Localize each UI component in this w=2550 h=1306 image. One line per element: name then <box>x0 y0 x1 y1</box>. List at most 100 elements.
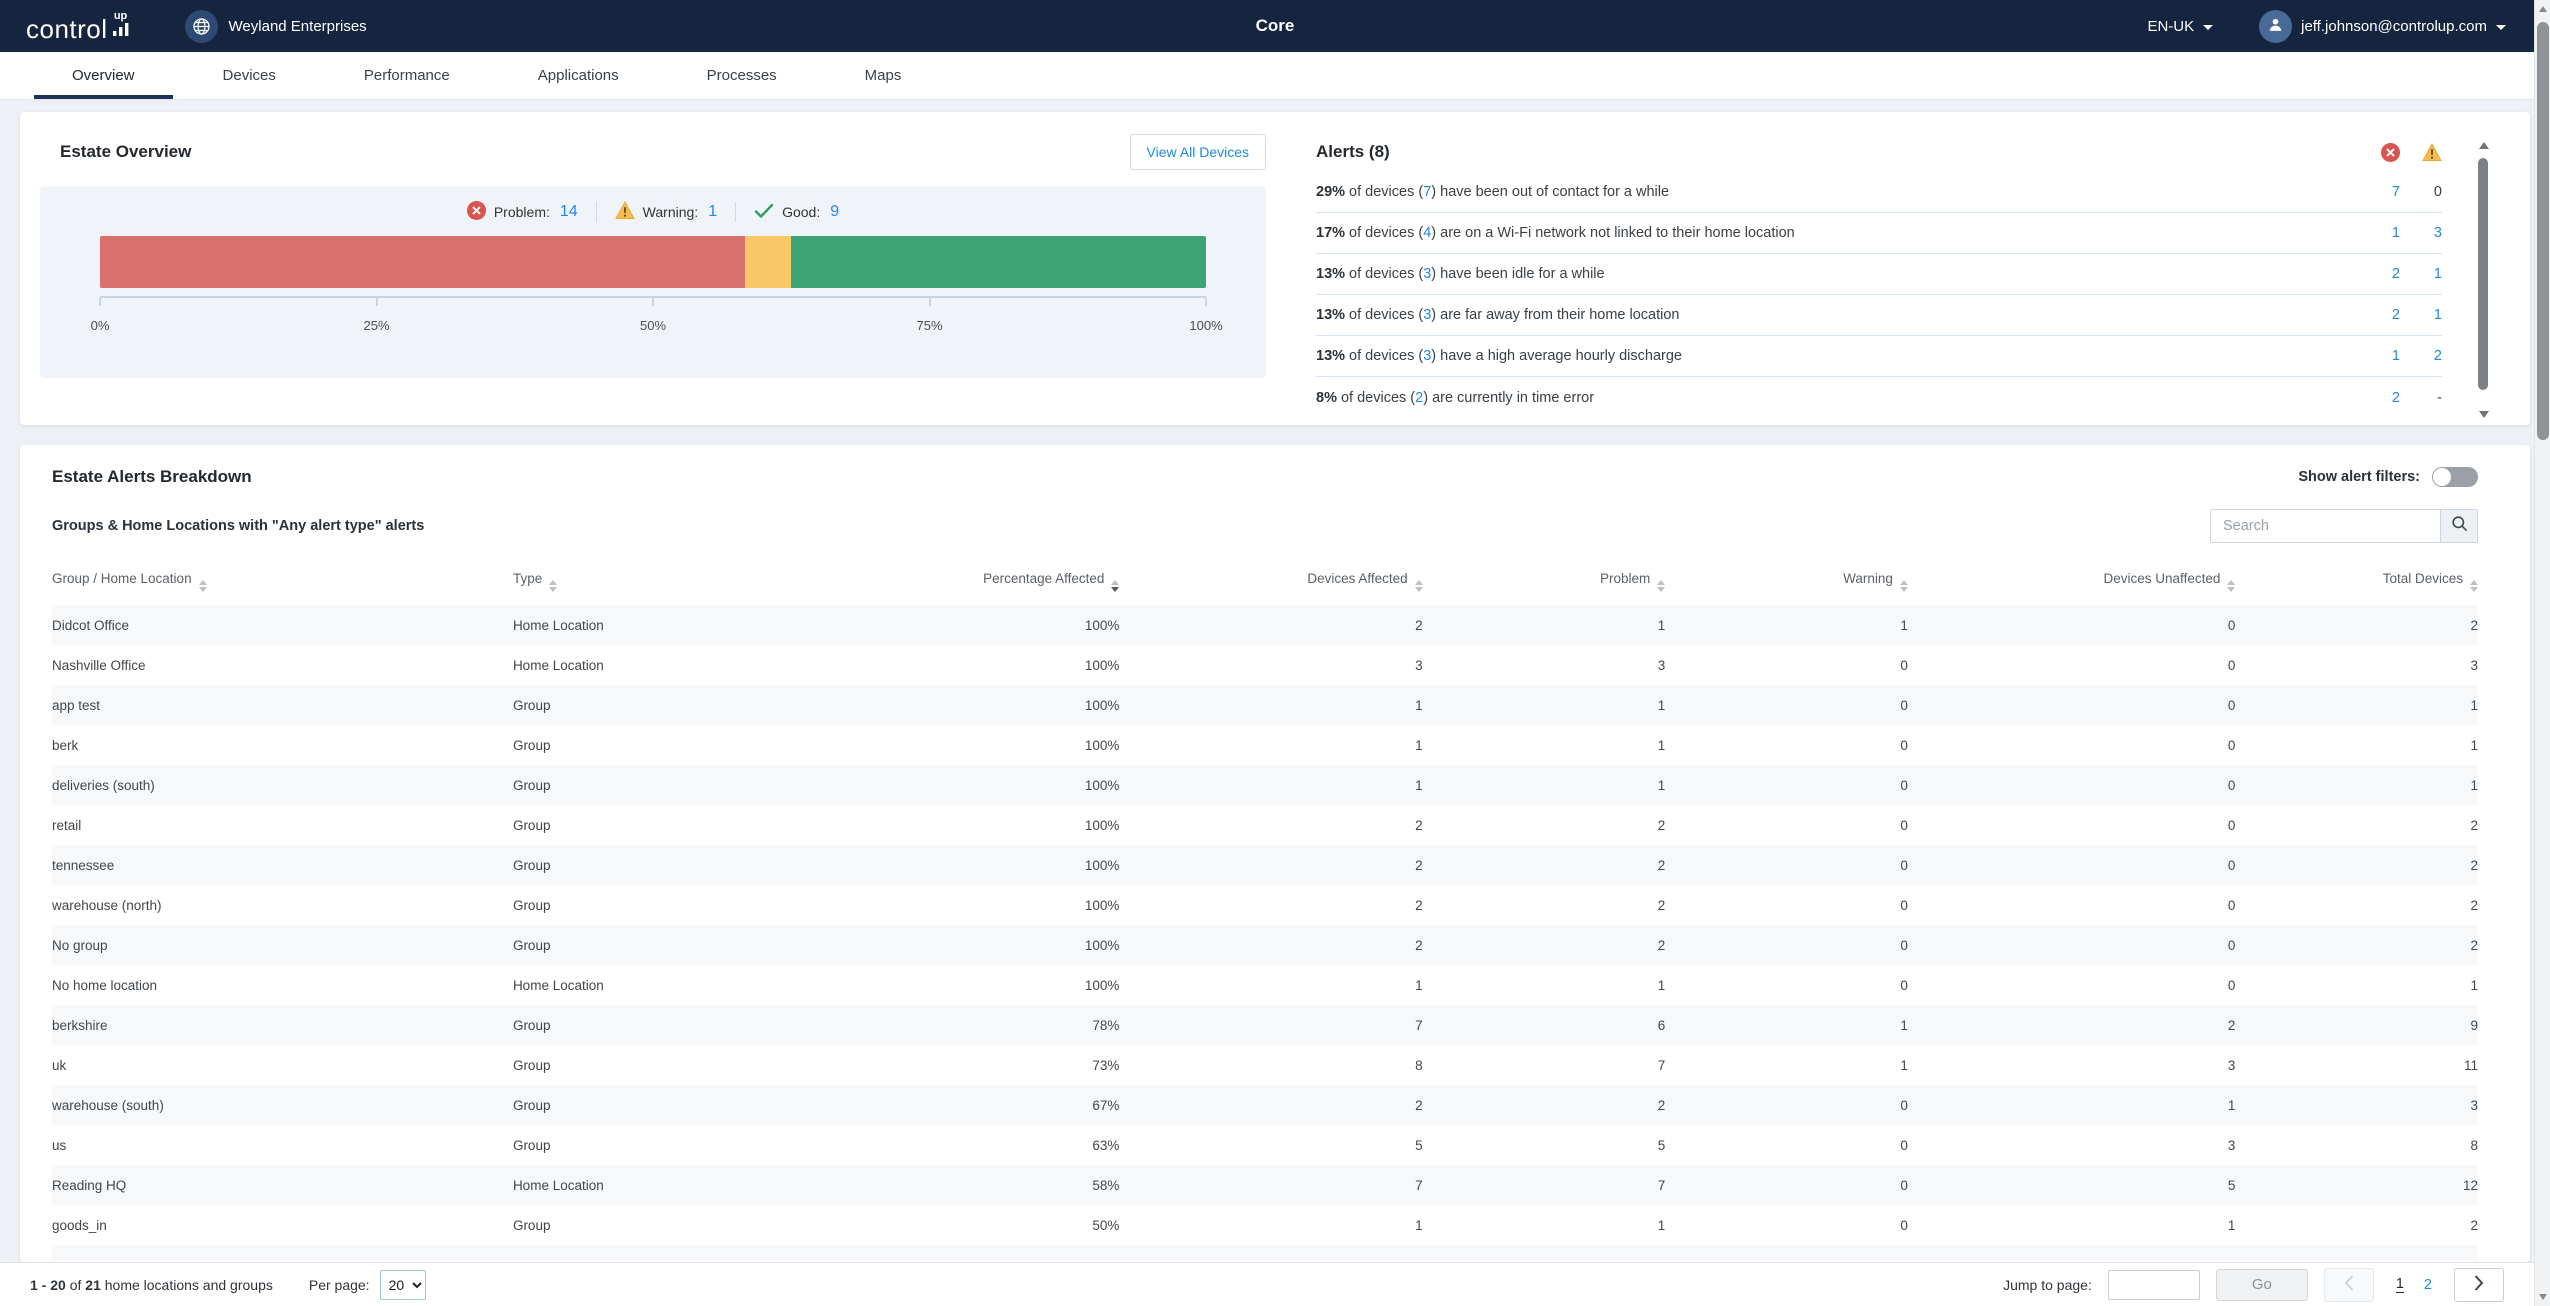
tab-applications[interactable]: Applications <box>494 52 663 99</box>
devices-affected-cell[interactable]: 3 <box>1119 645 1422 685</box>
total-devices-cell[interactable]: 2 <box>2235 605 2478 645</box>
problem-cell[interactable]: 3 <box>1423 645 1666 685</box>
warning-cell[interactable]: 1 <box>1665 605 1908 645</box>
problem-cell[interactable]: 1 <box>1423 1205 1666 1245</box>
devices-affected-cell[interactable]: 2 <box>1119 1085 1422 1125</box>
problem-cell[interactable]: 6 <box>1423 1005 1666 1045</box>
legend-count-link[interactable]: 14 <box>560 203 578 221</box>
organization-switcher[interactable]: Weyland Enterprises <box>185 10 367 43</box>
column-header-warning[interactable]: Warning <box>1665 561 1908 605</box>
alert-problem-count[interactable]: 7 <box>2358 184 2400 200</box>
total-devices-cell[interactable]: 3 <box>2235 1085 2478 1125</box>
problem-cell[interactable]: 7 <box>1423 1045 1666 1085</box>
devices-affected-cell[interactable]: 2 <box>1119 925 1422 965</box>
total-devices-cell[interactable]: 12 <box>2235 1165 2478 1205</box>
total-devices-cell[interactable]: 2 <box>2235 925 2478 965</box>
group-name-link[interactable]: warehouse (north) <box>52 885 513 925</box>
total-devices-cell[interactable]: 2 <box>2235 805 2478 845</box>
devices-affected-cell[interactable]: 1 <box>1119 965 1422 1005</box>
devices-affected-cell[interactable]: 2 <box>1119 885 1422 925</box>
total-devices-cell[interactable]: 11 <box>2235 1045 2478 1085</box>
alert-warning-count[interactable]: 3 <box>2400 225 2442 241</box>
user-menu[interactable]: jeff.johnson@controlup.com <box>2259 10 2506 43</box>
total-devices-cell[interactable]: 2 <box>2235 845 2478 885</box>
tab-processes[interactable]: Processes <box>663 52 821 99</box>
scroll-up-icon[interactable] <box>2479 142 2489 149</box>
scroll-up-icon[interactable] <box>2539 6 2547 12</box>
problem-cell[interactable]: 2 <box>1423 885 1666 925</box>
problem-cell[interactable]: 1 <box>1423 685 1666 725</box>
devices-unaffected-cell[interactable]: 3 <box>1908 1125 2236 1165</box>
group-name-link[interactable]: deliveries (south) <box>52 765 513 805</box>
total-devices-cell[interactable]: 1 <box>2235 725 2478 765</box>
column-header-type[interactable]: Type <box>513 561 768 605</box>
group-name-link[interactable]: us <box>52 1125 513 1165</box>
alert-warning-count[interactable]: 1 <box>2400 266 2442 282</box>
page-2[interactable]: 2 <box>2424 1277 2432 1293</box>
total-devices-cell[interactable]: 1 <box>2235 965 2478 1005</box>
jump-to-page-input[interactable] <box>2108 1270 2200 1300</box>
devices-affected-cell[interactable]: 2 <box>1119 605 1422 645</box>
alert-filters-toggle[interactable] <box>2432 467 2478 487</box>
total-devices-cell[interactable]: 3 <box>2235 645 2478 685</box>
column-header-devices-affected[interactable]: Devices Affected <box>1119 561 1422 605</box>
column-header-devices-unaffected[interactable]: Devices Unaffected <box>1908 561 2236 605</box>
group-name-link[interactable]: Didcot Office <box>52 605 513 645</box>
devices-unaffected-cell[interactable]: 1 <box>1908 1085 2236 1125</box>
devices-unaffected-cell[interactable]: 2 <box>1908 1005 2236 1045</box>
alert-problem-count[interactable]: 2 <box>2358 307 2400 323</box>
problem-cell[interactable]: 2 <box>1423 1085 1666 1125</box>
tab-devices[interactable]: Devices <box>179 52 320 99</box>
legend-count-link[interactable]: 1 <box>708 203 717 221</box>
alert-device-count-link[interactable]: 3 <box>1423 307 1431 323</box>
search-button[interactable] <box>2440 509 2478 543</box>
warning-cell[interactable]: 1 <box>1665 1005 1908 1045</box>
alert-problem-count[interactable]: 2 <box>2358 266 2400 282</box>
devices-affected-cell[interactable]: 1 <box>1119 685 1422 725</box>
page-1[interactable]: 1 <box>2396 1276 2404 1293</box>
devices-affected-cell[interactable]: 1 <box>1119 765 1422 805</box>
group-name-link[interactable]: No home location <box>52 965 513 1005</box>
devices-affected-cell[interactable]: 7 <box>1119 1165 1422 1205</box>
group-name-link[interactable]: uk <box>52 1045 513 1085</box>
group-name-link[interactable]: Reading HQ <box>52 1165 513 1205</box>
alert-warning-count[interactable]: 2 <box>2400 348 2442 364</box>
devices-unaffected-cell[interactable]: 1 <box>1908 1205 2236 1245</box>
alerts-scrollbar-thumb[interactable] <box>2478 158 2488 390</box>
alert-device-count-link[interactable]: 3 <box>1423 348 1431 364</box>
alerts-scrollbar[interactable] <box>2476 142 2490 418</box>
alert-problem-count[interactable]: 1 <box>2358 348 2400 364</box>
view-all-devices-button[interactable]: View All Devices <box>1130 134 1266 170</box>
group-name-link[interactable]: retail <box>52 805 513 845</box>
alert-device-count-link[interactable]: 3 <box>1423 266 1431 282</box>
problem-cell[interactable]: 7 <box>1423 1165 1666 1205</box>
alert-device-count-link[interactable]: 2 <box>1415 390 1423 406</box>
group-name-link[interactable]: tennessee <box>52 845 513 885</box>
problem-cell[interactable]: 1 <box>1423 765 1666 805</box>
devices-unaffected-cell[interactable]: 5 <box>1908 1165 2236 1205</box>
total-devices-cell[interactable]: 2 <box>2235 885 2478 925</box>
search-input[interactable] <box>2210 509 2440 543</box>
group-name-link[interactable]: app test <box>52 685 513 725</box>
alert-warning-count[interactable]: 1 <box>2400 307 2442 323</box>
legend-count-link[interactable]: 9 <box>830 203 839 221</box>
devices-affected-cell[interactable]: 8 <box>1119 1045 1422 1085</box>
tab-maps[interactable]: Maps <box>821 52 946 99</box>
group-name-link[interactable]: goods_in <box>52 1205 513 1245</box>
devices-affected-cell[interactable]: 2 <box>1119 805 1422 845</box>
column-header-total-devices[interactable]: Total Devices <box>2235 561 2478 605</box>
problem-cell[interactable]: 5 <box>1423 1125 1666 1165</box>
devices-affected-cell[interactable]: 1 <box>1119 1205 1422 1245</box>
group-name-link[interactable]: berkshire <box>52 1005 513 1045</box>
devices-affected-cell[interactable]: 7 <box>1119 1005 1422 1045</box>
total-devices-cell[interactable]: 2 <box>2235 1205 2478 1245</box>
group-name-link[interactable]: No group <box>52 925 513 965</box>
total-devices-cell[interactable]: 9 <box>2235 1005 2478 1045</box>
problem-cell[interactable]: 2 <box>1423 805 1666 845</box>
previous-page-button[interactable] <box>2324 1268 2374 1302</box>
alert-problem-count[interactable]: 2 <box>2358 390 2400 406</box>
column-header-group-home-location[interactable]: Group / Home Location <box>52 561 513 605</box>
problem-cell[interactable]: 2 <box>1423 845 1666 885</box>
warning-cell[interactable]: 1 <box>1665 1045 1908 1085</box>
devices-unaffected-cell[interactable]: 3 <box>1908 1045 2236 1085</box>
